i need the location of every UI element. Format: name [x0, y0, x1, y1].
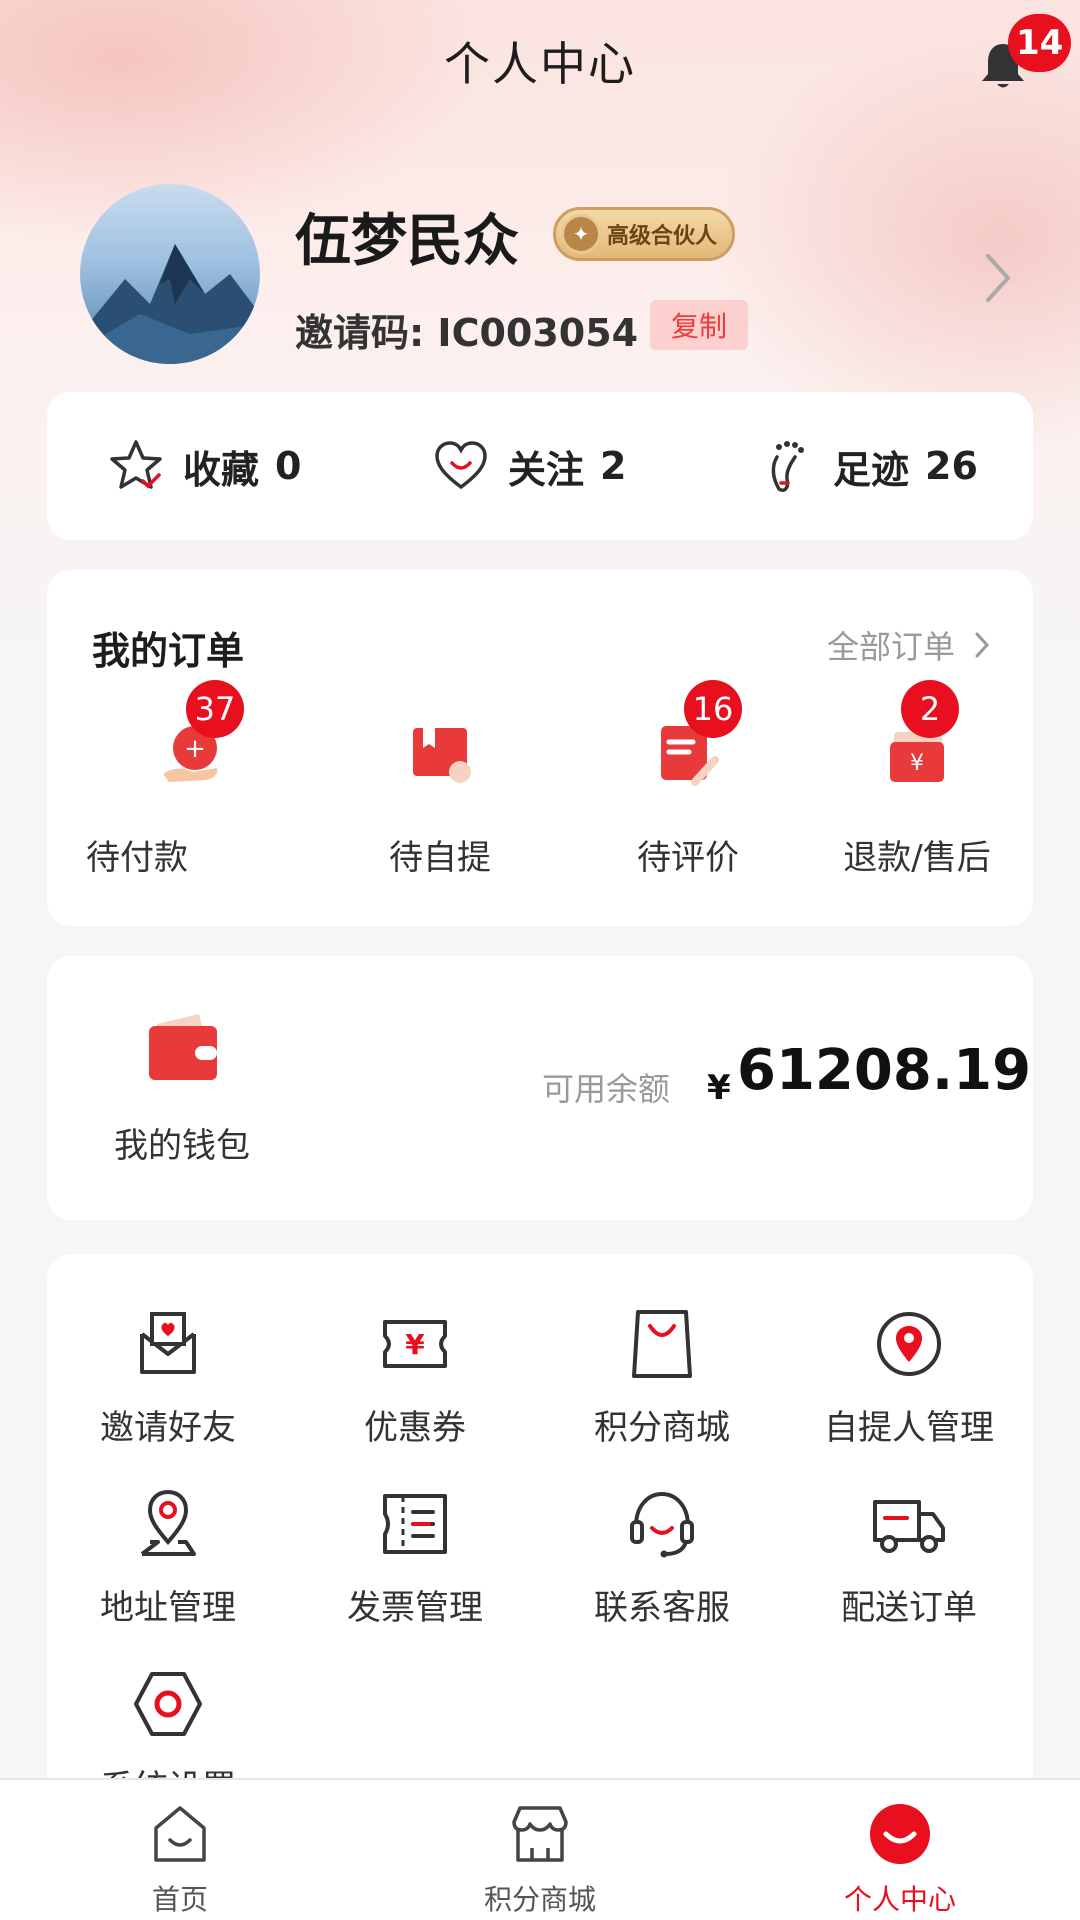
service-label: 邀请好友 [100, 1408, 236, 1448]
tab-label: 首页 [151, 1883, 208, 1916]
order-refund[interactable]: ¥ 2 退款/售后 [817, 680, 1017, 890]
stat-value: 0 [275, 444, 302, 488]
svg-text:+: + [184, 734, 206, 764]
tab-label: 个人中心 [843, 1883, 956, 1916]
stats-card: 收藏 0 关注 2 足迹 26 [47, 392, 1033, 540]
order-label: 待付款 [86, 838, 188, 878]
headset-icon [630, 1491, 694, 1558]
all-orders-label: 全部订单 [826, 628, 955, 666]
user-nickname: 伍梦民众 [295, 209, 519, 274]
footprint-icon [771, 441, 804, 492]
svg-text:¥: ¥ [910, 751, 924, 776]
profile-smile-icon [870, 1804, 930, 1864]
stat-label: 足迹 [833, 447, 910, 492]
service-pickup-person[interactable]: 自提人管理 [799, 1304, 1019, 1464]
tab-home[interactable]: 首页 [30, 1780, 330, 1920]
heart-icon [435, 441, 487, 490]
level-badge: ✦ 高级合伙人 [553, 207, 735, 261]
order-badge: 37 [186, 680, 244, 738]
service-invoice[interactable]: 发票管理 [305, 1484, 525, 1644]
service-customer-service[interactable]: 联系客服 [552, 1484, 772, 1644]
stat-label: 收藏 [183, 447, 260, 492]
service-label: 自提人管理 [824, 1408, 994, 1448]
service-label: 发票管理 [347, 1588, 483, 1628]
store-icon [512, 1806, 568, 1862]
service-invite-friends[interactable]: 邀请好友 [58, 1304, 278, 1464]
chevron-right-icon[interactable] [980, 250, 1016, 306]
wallet-label: 我的钱包 [114, 1126, 250, 1166]
invite-envelope-icon [140, 1312, 196, 1374]
invoice-icon [383, 1494, 447, 1554]
page-header: 个人中心 14 [0, 0, 1080, 120]
stat-favorites[interactable]: 收藏 0 [107, 437, 301, 495]
order-label: 退款/售后 [843, 838, 991, 878]
order-review[interactable]: 16 待评价 [588, 680, 788, 890]
service-label: 联系客服 [594, 1588, 730, 1628]
service-label: 积分商城 [594, 1408, 730, 1448]
invite-code: 邀请码: IC003054 [295, 311, 639, 355]
balance-currency: ¥ [707, 1068, 731, 1108]
order-pending-payment[interactable]: + 37 待付款 [86, 680, 292, 890]
copy-button[interactable]: 复制 [650, 300, 748, 350]
order-label: 待评价 [637, 838, 739, 878]
orders-title: 我的订单 [92, 629, 245, 673]
avatar[interactable] [80, 184, 260, 364]
service-points-mall[interactable]: 积分商城 [552, 1304, 772, 1464]
service-label: 地址管理 [100, 1588, 236, 1628]
wallet-card[interactable]: 我的钱包 可用余额 ¥ 61208.19 [47, 956, 1033, 1220]
tab-label: 积分商城 [483, 1883, 596, 1916]
stat-value: 2 [600, 444, 627, 488]
service-delivery-orders[interactable]: 配送订单 [799, 1484, 1019, 1644]
notification-badge: 14 [1008, 14, 1072, 72]
order-pickup[interactable]: 待自提 [340, 720, 540, 890]
level-label: 高级合伙人 [607, 224, 718, 249]
pickup-icon [413, 728, 471, 783]
home-icon [154, 1806, 206, 1862]
order-label: 待自提 [389, 838, 491, 878]
service-label: 优惠券 [364, 1408, 466, 1448]
all-orders-link[interactable]: 全部订单 [827, 622, 991, 668]
orders-card: 我的订单 全部订单 + 37 待付款 待自提 16 待评价 ¥ 2 退款/售后 [47, 570, 1033, 926]
page-title: 个人中心 [444, 37, 636, 91]
balance-amount: 61208.19 [737, 1038, 1032, 1103]
stat-value: 26 [925, 444, 978, 488]
star-icon [110, 440, 162, 489]
service-address[interactable]: 地址管理 [58, 1484, 278, 1644]
bottom-tab-bar: 首页 积分商城 个人中心 [0, 1778, 1080, 1920]
service-label: 配送订单 [841, 1588, 977, 1628]
stat-label: 关注 [508, 447, 585, 492]
order-badge: 16 [684, 680, 742, 738]
tab-profile[interactable]: 个人中心 [750, 1780, 1050, 1920]
location-pin-icon [877, 1312, 941, 1376]
order-badge: 2 [901, 680, 959, 738]
delivery-truck-icon [873, 1500, 945, 1553]
level-medal-icon: ✦ [561, 214, 601, 254]
address-pin-icon [140, 1489, 196, 1556]
stat-following[interactable]: 关注 2 [432, 437, 626, 495]
profile-section[interactable]: 伍梦民众 ✦ 高级合伙人 邀请码: IC003054 复制 [0, 180, 1080, 370]
tab-points-mall[interactable]: 积分商城 [390, 1780, 690, 1920]
svg-text:¥: ¥ [405, 1328, 425, 1361]
service-coupons[interactable]: ¥ 优惠券 [305, 1304, 525, 1464]
services-card: 邀请好友 ¥ 优惠券 积分商城 自提人管理 地址管理 发票管理 联系客服 配送订… [47, 1254, 1033, 1814]
settings-hexagon-icon [134, 1672, 202, 1736]
wallet-icon [149, 1014, 217, 1080]
coupon-icon: ¥ [383, 1320, 447, 1368]
stat-footprints[interactable]: 足迹 26 [757, 437, 978, 495]
chevron-right-icon [975, 632, 990, 658]
shopping-bag-icon [632, 1310, 692, 1378]
balance-label: 可用余额 [542, 1070, 671, 1108]
